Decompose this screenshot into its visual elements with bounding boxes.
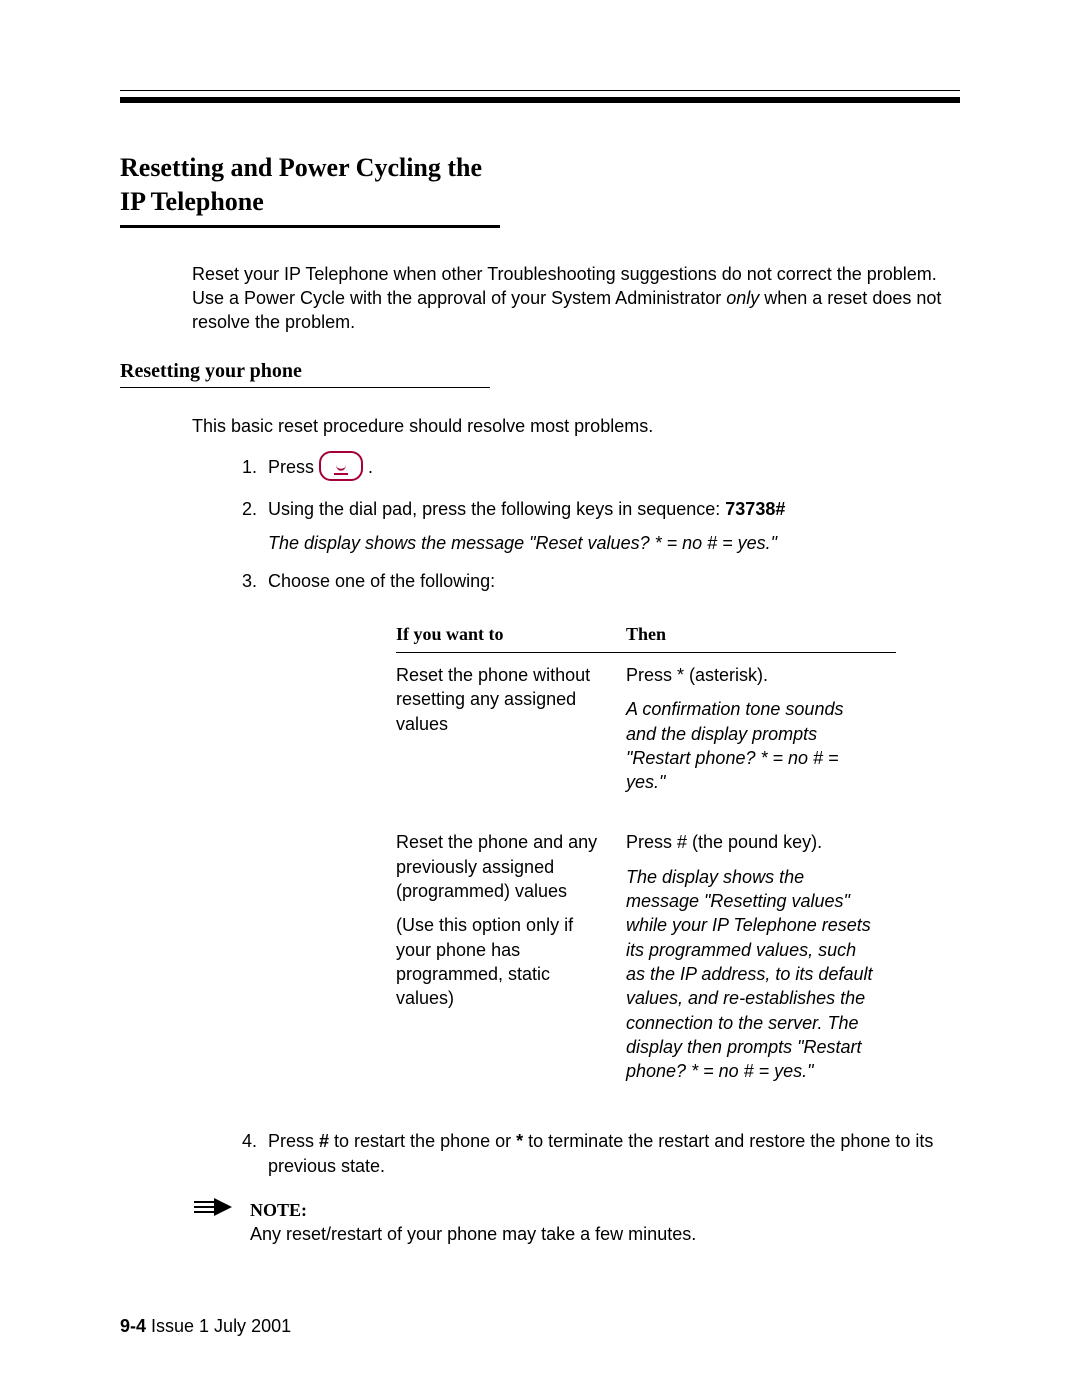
row1-then-result: A confirmation tone sounds and the displ… <box>626 697 876 794</box>
intro-paragraph: Reset your IP Telephone when other Troub… <box>192 262 960 335</box>
footer-rest: Issue 1 July 2001 <box>146 1316 291 1336</box>
section-heading: Resetting your phone <box>120 360 490 388</box>
th-if: If you want to <box>396 622 626 653</box>
note-label: NOTE: <box>250 1200 307 1220</box>
page-title: Resetting and Power Cycling the IP Telep… <box>120 151 500 228</box>
sub-intro: This basic reset procedure should resolv… <box>192 414 960 438</box>
table-row: Reset the phone without resetting any as… <box>396 652 896 820</box>
page-number: 9-4 <box>120 1316 146 1336</box>
steps-block: Press . Using the dial pad, press the fo… <box>192 453 960 1178</box>
step2-display-msg: The display shows the message "Reset val… <box>268 531 960 555</box>
table-row: Reset the phone and any previously assig… <box>396 820 896 1109</box>
s4a: Press <box>268 1131 319 1151</box>
step1-prefix: Press <box>268 457 319 477</box>
step2-text: Using the dial pad, press the following … <box>268 499 725 519</box>
note-block: NOTE: Any reset/restart of your phone ma… <box>192 1198 960 1247</box>
footer: 9-4 Issue 1 July 2001 <box>120 1316 291 1337</box>
rule-thick <box>120 97 960 103</box>
step1-suffix: . <box>368 457 373 477</box>
step-2: Using the dial pad, press the following … <box>262 497 960 556</box>
step-1: Press . <box>262 453 960 483</box>
row2-if-b: (Use this option only if your phone has … <box>396 913 606 1010</box>
note-body: Any reset/restart of your phone may take… <box>250 1224 696 1244</box>
th-then: Then <box>626 622 896 653</box>
mute-button-icon <box>319 451 363 481</box>
rule-thin <box>120 90 960 91</box>
s4-hash: # <box>319 1131 329 1151</box>
step3-text: Choose one of the following: <box>268 571 495 591</box>
intro-only-word: only <box>726 288 759 308</box>
page: Resetting and Power Cycling the IP Telep… <box>0 0 1080 1397</box>
row1-then-action: Press * (asterisk). <box>626 663 876 687</box>
step-4: Press # to restart the phone or * to ter… <box>262 1129 960 1178</box>
row2-then-result: The display shows the message "Resetting… <box>626 865 876 1084</box>
row1-if: Reset the phone without resetting any as… <box>396 652 626 820</box>
s4b: to restart the phone or <box>329 1131 516 1151</box>
note-arrow-icon <box>192 1198 236 1222</box>
step-3: Choose one of the following: If you want… <box>262 569 960 1109</box>
row2-if-a: Reset the phone and any previously assig… <box>396 830 606 903</box>
row2-then-action: Press # (the pound key). <box>626 830 876 854</box>
choice-table: If you want to Then Reset the phone with… <box>396 622 896 1110</box>
step2-sequence: 73738# <box>725 499 785 519</box>
